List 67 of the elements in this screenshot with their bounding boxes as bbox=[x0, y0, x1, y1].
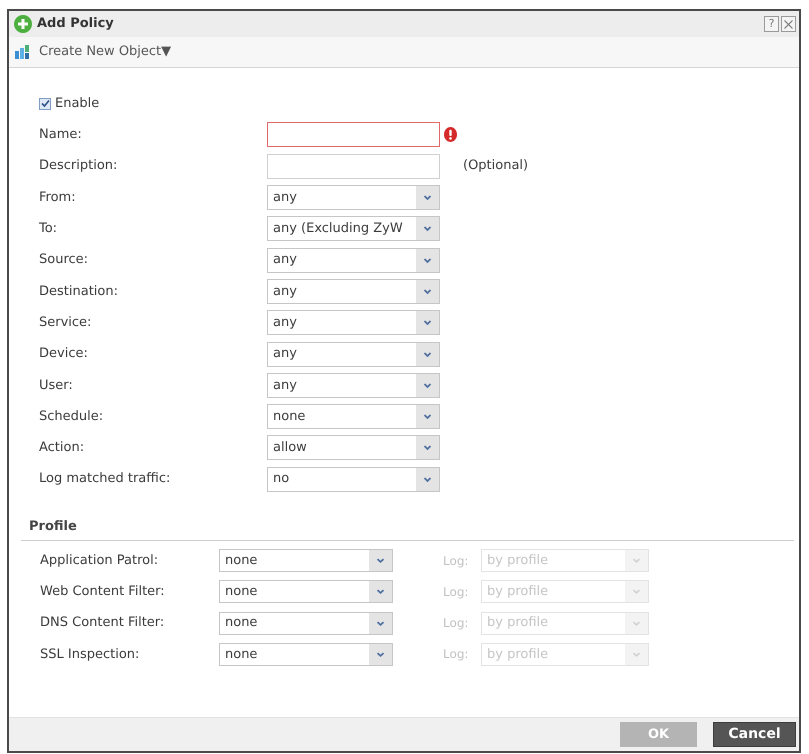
field-label: Log matched traffic: bbox=[39, 470, 170, 488]
field-label: SSL Inspection: bbox=[40, 646, 140, 664]
chevron-down-icon bbox=[416, 280, 439, 303]
chevron-down-icon bbox=[369, 581, 392, 602]
input-field[interactable] bbox=[267, 154, 440, 179]
field-label: Name: bbox=[39, 126, 82, 144]
field-label: Device: bbox=[39, 345, 88, 364]
window-title: Add Policy bbox=[37, 15, 114, 34]
dropdown[interactable]: any bbox=[267, 185, 440, 210]
chevron-down-icon bbox=[416, 405, 439, 428]
chevron-down-icon bbox=[369, 612, 392, 634]
chevron-down-icon bbox=[416, 374, 439, 397]
chevron-down-icon bbox=[416, 186, 439, 210]
dropdown[interactable]: any bbox=[267, 372, 440, 398]
chevron-down-icon bbox=[625, 581, 648, 602]
chevron-down-icon bbox=[416, 342, 439, 366]
log-label: Log: bbox=[443, 646, 468, 664]
dropdown[interactable]: any bbox=[267, 248, 440, 273]
chevron-down-icon bbox=[625, 612, 648, 634]
section-title: Profile bbox=[29, 518, 77, 536]
chevron-down-icon bbox=[416, 217, 439, 240]
close-button[interactable] bbox=[781, 16, 796, 32]
log-label: Log: bbox=[443, 584, 468, 601]
chevron-down-icon bbox=[625, 644, 648, 665]
log-label: Log: bbox=[443, 552, 468, 570]
field-label: Destination: bbox=[39, 282, 118, 301]
input-field[interactable] bbox=[267, 122, 440, 148]
field-label: Source: bbox=[39, 251, 88, 270]
chevron-down-icon bbox=[416, 248, 439, 272]
chevron-down-icon bbox=[416, 311, 439, 334]
chevron-down-icon bbox=[625, 550, 648, 571]
chevron-down-icon bbox=[369, 644, 392, 665]
dropdown[interactable]: any bbox=[267, 342, 440, 367]
field-label: Action: bbox=[39, 439, 84, 458]
dropdown[interactable]: none bbox=[267, 404, 440, 430]
dropdown[interactable]: none bbox=[219, 642, 393, 666]
field-label: Description: bbox=[39, 157, 118, 176]
help-button[interactable]: ? bbox=[764, 16, 779, 32]
dropdown[interactable]: none bbox=[219, 549, 393, 572]
blocks-icon bbox=[15, 45, 29, 59]
plus-circle-icon bbox=[14, 15, 32, 33]
field-label: DNS Content Filter: bbox=[40, 614, 164, 632]
checkbox[interactable] bbox=[39, 98, 51, 110]
field-label: Schedule: bbox=[39, 408, 104, 426]
optional-note: (Optional) bbox=[463, 157, 528, 176]
close-icon bbox=[784, 20, 793, 28]
field-label: To: bbox=[39, 220, 58, 238]
error-icon bbox=[444, 127, 457, 142]
cancel-button[interactable]: Cancel bbox=[713, 722, 796, 747]
dropdown[interactable]: allow bbox=[267, 435, 440, 460]
log-label: Log: bbox=[443, 615, 468, 632]
dropdown[interactable]: no bbox=[267, 466, 440, 492]
dropdown[interactable]: any (Excluding ZyW bbox=[267, 216, 440, 242]
chevron-down-icon bbox=[416, 436, 439, 460]
field-label: User: bbox=[39, 376, 73, 395]
dropdown[interactable]: any bbox=[267, 310, 440, 336]
chevron-down-icon bbox=[416, 468, 439, 491]
field-label: From: bbox=[39, 188, 76, 207]
checkbox-label: Enable bbox=[55, 94, 100, 113]
create-new-object-menu[interactable]: Create New Object▼ bbox=[15, 42, 172, 62]
dropdown[interactable]: none bbox=[219, 612, 393, 635]
field-label: Web Content Filter: bbox=[40, 583, 165, 602]
field-label: Application Patrol: bbox=[40, 552, 158, 570]
dropdown[interactable]: none bbox=[219, 580, 393, 604]
dropdown[interactable]: any bbox=[267, 278, 440, 304]
chevron-down-icon bbox=[369, 550, 392, 571]
field-label: Service: bbox=[39, 314, 92, 332]
